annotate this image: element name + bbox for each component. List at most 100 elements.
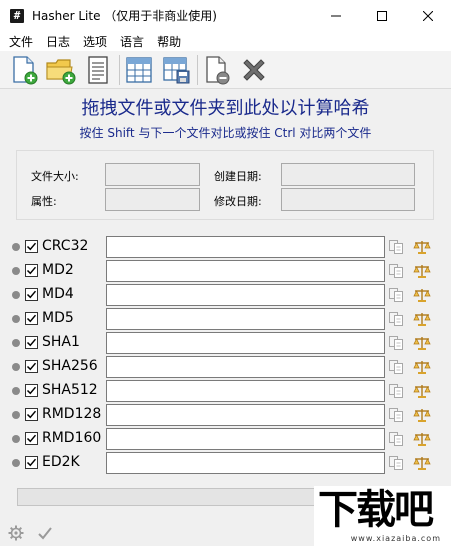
status-dot-icon — [12, 243, 20, 251]
compare-scale-icon[interactable] — [413, 431, 431, 447]
menu-help[interactable]: 帮助 — [152, 33, 186, 50]
hash-row-ed2k: ED2K — [12, 451, 442, 475]
verify-check-icon[interactable] — [37, 525, 53, 541]
hash-checkbox[interactable] — [25, 360, 38, 373]
hash-checkbox[interactable] — [25, 408, 38, 421]
app-icon: # — [10, 8, 24, 23]
file-info-panel: 文件大小: 属性: 创建日期: 修改日期: — [16, 150, 434, 220]
copy-icon[interactable] — [388, 263, 404, 279]
copy-icon[interactable] — [388, 239, 404, 255]
compare-scale-icon[interactable] — [413, 239, 431, 255]
copy-icon[interactable] — [388, 335, 404, 351]
hash-value-field[interactable] — [106, 380, 385, 402]
menu-bar: 文件 日志 选项 语言 帮助 — [0, 31, 451, 51]
save-table-button[interactable] — [160, 54, 192, 86]
status-dot-icon — [12, 267, 20, 275]
hash-checkbox[interactable] — [25, 456, 38, 469]
window-controls — [313, 0, 451, 31]
copy-icon[interactable] — [388, 407, 404, 423]
hash-value-field[interactable] — [106, 332, 385, 354]
toolbar — [0, 51, 451, 89]
file-size-value — [105, 163, 200, 186]
attributes-value — [105, 188, 200, 211]
hash-value-field[interactable] — [106, 404, 385, 426]
compare-scale-icon[interactable] — [413, 383, 431, 399]
compare-scale-icon[interactable] — [413, 359, 431, 375]
hash-value-field[interactable] — [106, 428, 385, 450]
hash-value-field[interactable] — [106, 452, 385, 474]
copy-icon[interactable] — [388, 455, 404, 471]
hash-row-md4: MD4 — [12, 283, 442, 307]
hash-checkbox[interactable] — [25, 336, 38, 349]
window-title: Hasher Lite （仅用于非商业使用) — [32, 9, 217, 23]
hash-checkbox[interactable] — [25, 384, 38, 397]
document-button[interactable] — [82, 54, 114, 86]
hash-checkbox[interactable] — [25, 432, 38, 445]
hash-row-sha256: SHA256 — [12, 355, 442, 379]
file-size-label: 文件大小: — [31, 170, 79, 183]
checkmark-icon — [26, 338, 37, 347]
menu-options[interactable]: 选项 — [78, 33, 112, 50]
hash-value-field[interactable] — [106, 356, 385, 378]
add-file-button[interactable] — [8, 54, 40, 86]
compare-scale-icon[interactable] — [413, 287, 431, 303]
watermark-logo: 下载吧 www.xiazaiba.com — [314, 486, 451, 546]
gear-icon[interactable] — [8, 525, 24, 541]
checkmark-icon — [26, 242, 37, 251]
copy-icon[interactable] — [388, 383, 404, 399]
compare-scale-icon[interactable] — [413, 263, 431, 279]
hash-value-field[interactable] — [106, 308, 385, 330]
copy-icon[interactable] — [388, 359, 404, 375]
hash-checkbox[interactable] — [25, 264, 38, 277]
minimize-icon — [331, 15, 341, 16]
checkmark-icon — [26, 314, 37, 323]
status-dot-icon — [12, 363, 20, 371]
hash-checkbox[interactable] — [25, 312, 38, 325]
hash-value-field[interactable] — [106, 236, 385, 258]
compare-scale-icon[interactable] — [413, 335, 431, 351]
hash-row-md2: MD2 — [12, 259, 442, 283]
close-button[interactable] — [405, 0, 451, 31]
hash-name: MD4 — [42, 286, 74, 302]
copy-icon[interactable] — [388, 431, 404, 447]
status-dot-icon — [12, 411, 20, 419]
document-icon — [88, 55, 108, 84]
remove-file-button[interactable] — [201, 54, 233, 86]
maximize-icon — [377, 10, 387, 21]
status-dot-icon — [12, 459, 20, 467]
hash-value-field[interactable] — [106, 284, 385, 306]
copy-icon[interactable] — [388, 287, 404, 303]
hash-value-field[interactable] — [106, 260, 385, 282]
add-folder-button[interactable] — [45, 54, 77, 86]
table-button[interactable] — [123, 54, 155, 86]
hash-name: MD5 — [42, 310, 74, 326]
compare-scale-icon[interactable] — [413, 407, 431, 423]
table-icon — [126, 56, 152, 83]
checkmark-icon — [26, 434, 37, 443]
menu-log[interactable]: 日志 — [41, 33, 75, 50]
checkmark-icon — [26, 362, 37, 371]
new-file-icon — [13, 55, 38, 84]
maximize-button[interactable] — [359, 0, 405, 31]
watermark-url: www.xiazaiba.com — [350, 534, 441, 543]
created-date-label: 创建日期: — [214, 170, 262, 183]
menu-file[interactable]: 文件 — [4, 33, 38, 50]
menu-language[interactable]: 语言 — [115, 33, 149, 50]
toolbar-separator — [119, 54, 120, 85]
minimize-button[interactable] — [313, 0, 359, 31]
hash-checkbox[interactable] — [25, 288, 38, 301]
hash-name: ED2K — [42, 454, 80, 470]
hash-checkbox[interactable] — [25, 240, 38, 253]
copy-icon[interactable] — [388, 311, 404, 327]
hash-name: MD2 — [42, 262, 74, 278]
compare-scale-icon[interactable] — [413, 455, 431, 471]
status-dot-icon — [12, 339, 20, 347]
hash-name: SHA1 — [42, 334, 80, 350]
compare-scale-icon[interactable] — [413, 311, 431, 327]
hash-row-rmd128: RMD128 — [12, 403, 442, 427]
title-bar[interactable]: # Hasher Lite （仅用于非商业使用) — [0, 0, 451, 31]
progress-bar — [17, 488, 317, 506]
clear-button[interactable] — [238, 54, 270, 86]
close-icon — [423, 10, 433, 21]
hash-row-rmd160: RMD160 — [12, 427, 442, 451]
